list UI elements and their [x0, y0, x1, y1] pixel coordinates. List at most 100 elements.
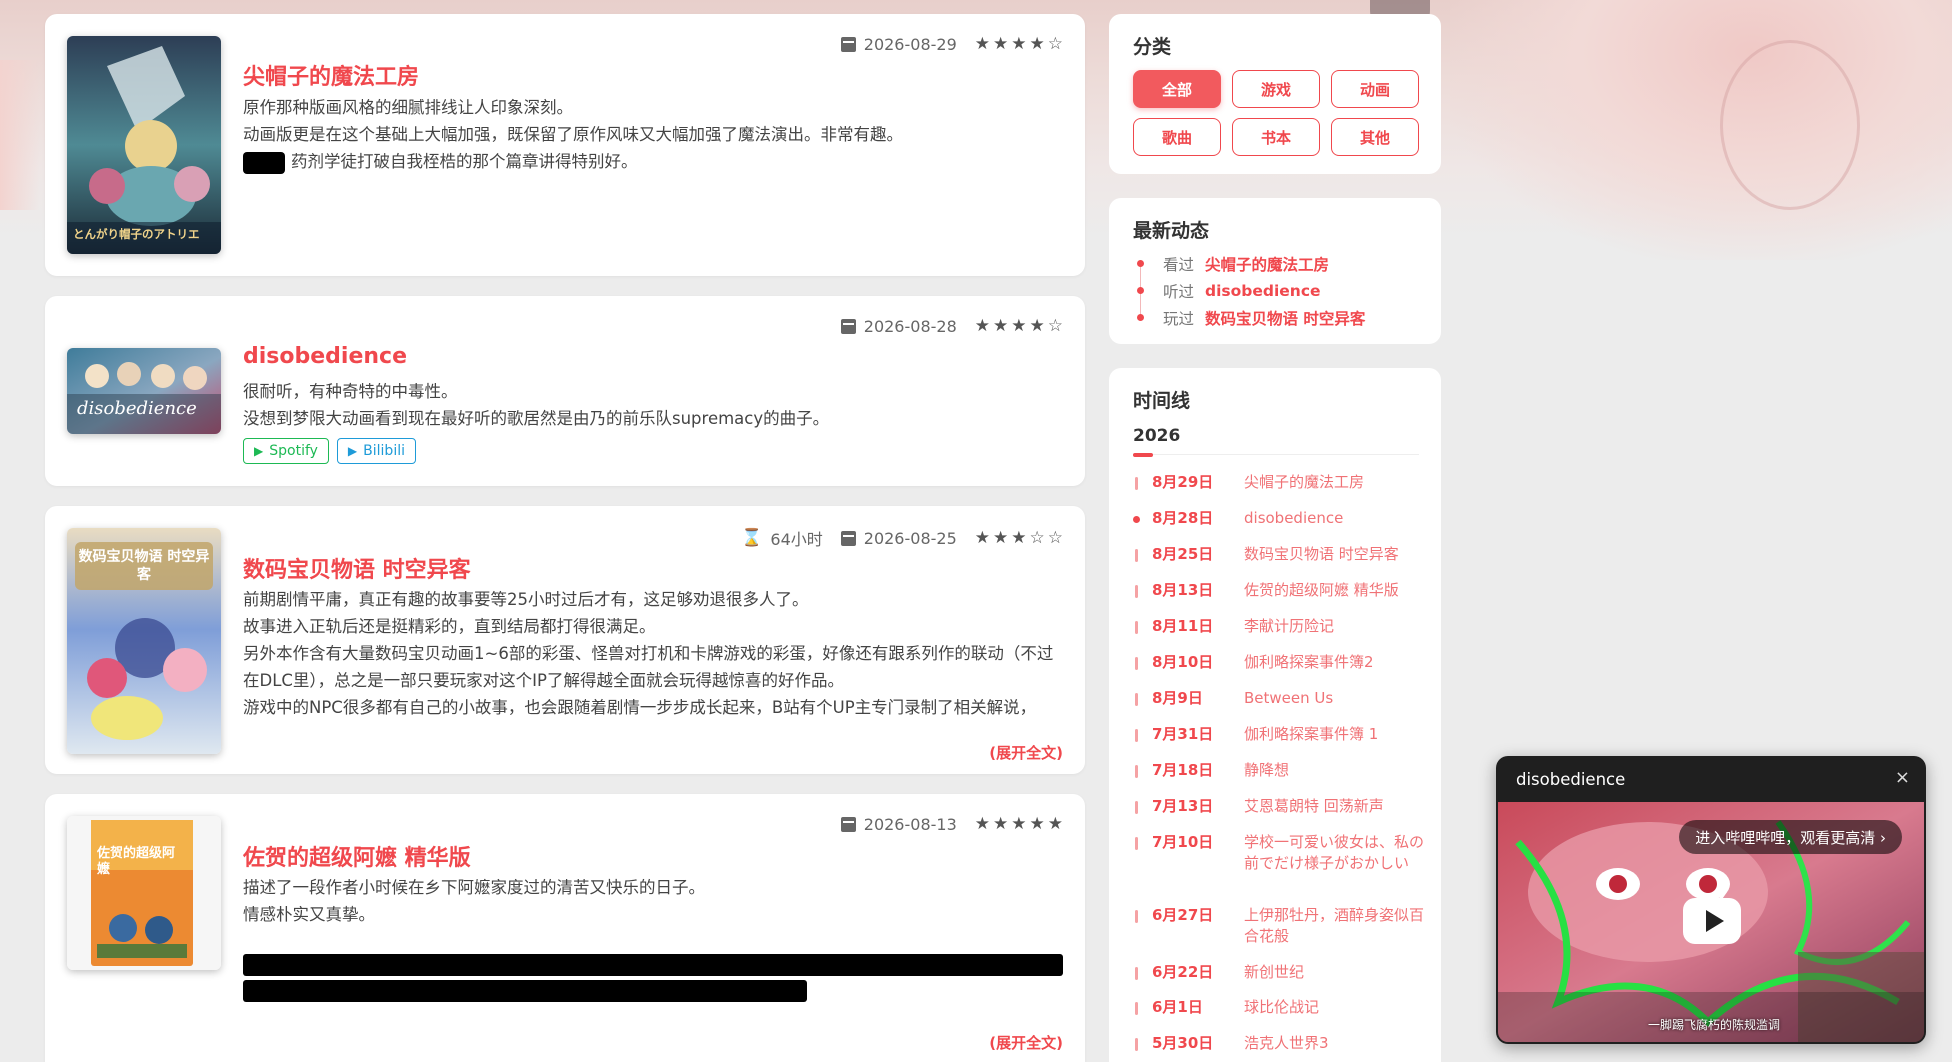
timeline-title: 尖帽子的魔法工房	[1244, 473, 1365, 491]
entry-title[interactable]: 数码宝贝物语 时空异客	[243, 552, 471, 584]
timeline-title: 佐贺的超级阿嬷 精华版	[1244, 581, 1399, 599]
text-line: 没想到梦限大动画看到现在最好听的歌居然是由乃的前乐队supremacy的曲子。	[243, 409, 830, 428]
timeline-item[interactable]: 7月13日 艾恩葛朗特 回荡新声	[1133, 796, 1433, 817]
cover-art	[67, 816, 221, 970]
background-artwork	[1450, 0, 1952, 260]
open-bilibili-hint[interactable]: 进入哔哩哔哩，观看更高清 ›	[1679, 820, 1902, 854]
timeline-title: 数码宝贝物语 时空异客	[1244, 545, 1399, 563]
timeline-item[interactable]: 8月13日 佐贺的超级阿嬷 精华版	[1133, 580, 1433, 601]
timeline-item[interactable]: 7月31日 伽利略探案事件簿 1	[1133, 724, 1433, 745]
spotify-link[interactable]: ▶ Spotify	[243, 438, 329, 464]
activity-dot	[1137, 287, 1144, 294]
star-empty-icon: ☆	[1029, 528, 1045, 548]
expand-full-text-link[interactable]: (展开全文)	[989, 742, 1063, 763]
entry-title[interactable]: disobedience	[243, 344, 407, 369]
timeline-item[interactable]: 8月11日 李献计历险记	[1133, 616, 1433, 637]
timeline-year[interactable]: 2026	[1133, 426, 1180, 446]
timeline-item-current[interactable]: 8月28日 disobedience	[1133, 508, 1433, 529]
video-caption: 一脚踢飞腐朽的陈规滥调	[1648, 1018, 1781, 1032]
expand-full-text-link[interactable]: (展开全文)	[989, 1032, 1063, 1053]
close-icon[interactable]: ×	[1895, 767, 1910, 788]
link-label: Spotify	[269, 443, 318, 459]
text-line: 情感朴实又真挚。	[243, 905, 375, 924]
spoiler-block[interactable]	[243, 980, 807, 1002]
category-all[interactable]: 全部	[1133, 70, 1221, 108]
cover-image[interactable]: 佐贺的超级阿嬷	[67, 816, 221, 970]
review-card: 数码宝贝物语 时空异客 ⌛ 64小时 2026-08-25 ★ ★ ★ ☆ ☆ 数码宝贝…	[45, 506, 1085, 774]
timeline-marker	[1135, 765, 1138, 778]
star-filled-icon: ★	[993, 34, 1009, 54]
star-empty-icon: ☆	[1047, 528, 1063, 548]
timeline-item[interactable]: 6月22日 新创世纪	[1133, 962, 1433, 983]
hours-meta: ⌛ 64小时	[741, 526, 823, 550]
text-line: 另外本作含有大量数码宝贝动画1~6部的彩蛋、怪兽对打机和卡牌游戏的彩蛋，好像还有…	[243, 644, 1054, 690]
bilibili-link[interactable]: ▶ Bilibili	[336, 438, 416, 464]
star-empty-icon: ☆	[1047, 34, 1063, 54]
category-anime[interactable]: 动画	[1331, 70, 1419, 108]
timeline-title: 静降想	[1244, 761, 1290, 779]
entry-meta: 2026-08-13 ★ ★ ★ ★ ★	[840, 814, 1063, 834]
star-filled-icon: ★	[974, 34, 990, 54]
timeline-item[interactable]: 7月10日 学校一可爱い彼女は、私の前でだけ様子がおかしい	[1133, 832, 1433, 874]
timeline-item[interactable]: 8月29日 尖帽子的魔法工房	[1133, 472, 1433, 493]
text-line: 动画版更是在这个基础上大幅加强，既保留了原作风味又大幅加强了魔法演出。非常有趣。	[243, 125, 903, 144]
play-button[interactable]	[1683, 898, 1741, 944]
timeline-item[interactable]: 8月25日 数码宝贝物语 时空异客	[1133, 544, 1433, 565]
timeline-item[interactable]: 8月9日 Between Us	[1133, 688, 1433, 709]
entry-date: 2026-08-25	[863, 528, 957, 548]
timeline-marker	[1135, 729, 1138, 742]
star-empty-icon: ☆	[1047, 316, 1063, 336]
video-frame[interactable]: 进入哔哩哔哩，观看更高清 › 一脚踢飞腐朽的陈规滥调	[1498, 802, 1924, 1042]
star-filled-icon: ★	[1029, 316, 1045, 336]
timeline-item[interactable]: 7月18日 静降想	[1133, 760, 1433, 781]
entry-title[interactable]: 佐贺的超级阿嬷 精华版	[243, 840, 471, 872]
date-meta: 2026-08-13	[840, 815, 957, 834]
category-song[interactable]: 歌曲	[1133, 118, 1221, 156]
activity-dot	[1137, 314, 1144, 321]
timeline-item[interactable]: 8月10日 伽利略探案事件簿2	[1133, 652, 1433, 673]
category-game[interactable]: 游戏	[1232, 70, 1320, 108]
cover-label: とんがり帽子のアトリエ	[73, 227, 200, 241]
activity-item: 看过 尖帽子的魔法工房	[1133, 250, 1423, 277]
star-filled-icon: ★	[993, 814, 1009, 834]
date-meta: 2026-08-29	[840, 35, 957, 54]
activity-object-link[interactable]: 数码宝贝物语 时空异客	[1205, 307, 1365, 329]
timeline-marker	[1135, 967, 1138, 980]
activity-verb: 看过	[1163, 255, 1195, 274]
timeline-title: 伽利略探案事件簿2	[1244, 653, 1374, 671]
category-book[interactable]: 书本	[1232, 118, 1320, 156]
cover-image[interactable]: とんがり帽子のアトリエ	[67, 36, 221, 254]
timeline-date: 6月22日	[1152, 963, 1214, 981]
timeline-date: 8月10日	[1152, 653, 1214, 671]
timeline-date: 7月10日	[1152, 833, 1214, 851]
panel-title: 时间线	[1133, 390, 1191, 412]
timeline-item[interactable]: 6月27日 上伊那牡丹，酒醉身姿似百合花般	[1133, 905, 1433, 947]
timeline-marker	[1135, 910, 1138, 923]
background-artwork-curve	[1720, 40, 1860, 210]
rating-stars: ★ ★ ★ ★ ☆	[975, 316, 1063, 336]
text-line: 药剂学徒打破自我桎梏的那个篇章讲得特别好。	[291, 152, 638, 171]
rating-stars: ★ ★ ★ ☆ ☆	[975, 528, 1063, 548]
category-filter: 全部 游戏 动画 歌曲 书本 其他	[1133, 70, 1419, 156]
star-filled-icon: ★	[1011, 316, 1027, 336]
timeline-date: 8月29日	[1152, 473, 1214, 491]
floating-video-player[interactable]: disobedience × 进入哔哩哔哩，观看更高清 › 一脚踢飞腐朽的陈规滥…	[1496, 756, 1926, 1044]
spoiler-block[interactable]	[243, 954, 1063, 976]
timeline-date: 6月27日	[1152, 906, 1214, 924]
activity-object-link[interactable]: 尖帽子的魔法工房	[1205, 253, 1329, 275]
spoiler-block[interactable]	[243, 151, 285, 174]
timeline-item[interactable]: 6月1日 球比伦战记	[1133, 997, 1433, 1018]
timeline-title: 球比伦战记	[1244, 998, 1320, 1016]
activity-dot	[1137, 260, 1144, 267]
activity-object-link[interactable]: disobedience	[1205, 282, 1321, 300]
cover-image[interactable]: 数码宝贝物语 时空异客	[67, 528, 221, 754]
hourglass-icon: ⌛	[741, 527, 763, 548]
text-line: 很耐听，有种奇特的中毒性。	[243, 382, 458, 401]
category-other[interactable]: 其他	[1331, 118, 1419, 156]
calendar-icon	[840, 318, 856, 334]
recent-activity-list: 看过 尖帽子的魔法工房 听过 disobedience 玩过 数码宝贝物语 时空异客	[1133, 250, 1423, 331]
timeline-item[interactable]: 5月30日 浩克人世界3	[1133, 1033, 1433, 1054]
timeline-date: 7月31日	[1152, 725, 1214, 743]
cover-image[interactable]: disobedience	[67, 348, 221, 434]
entry-title[interactable]: 尖帽子的魔法工房	[243, 59, 419, 91]
